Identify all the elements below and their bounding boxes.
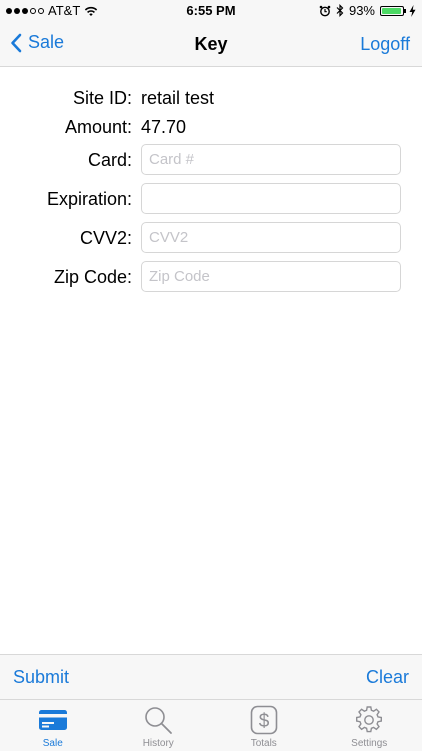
status-bar: AT&T 6:55 PM 93% xyxy=(0,0,422,22)
amount-value: 47.70 xyxy=(141,117,186,138)
tab-history[interactable]: History xyxy=(106,700,212,751)
tab-label: Settings xyxy=(317,738,422,749)
navigation-bar: Sale Key Logoff xyxy=(0,22,422,67)
credit-card-icon xyxy=(37,705,69,735)
tab-label: Sale xyxy=(0,738,106,749)
clear-button[interactable]: Clear xyxy=(366,667,409,688)
amount-label: Amount: xyxy=(65,117,132,138)
search-icon xyxy=(142,705,174,735)
site-id-value: retail test xyxy=(141,88,214,109)
zip-code-input[interactable] xyxy=(141,261,401,292)
cvv2-row: CVV2: xyxy=(0,222,422,253)
zip-code-row: Zip Code: xyxy=(0,261,422,292)
charging-icon xyxy=(409,5,416,17)
bluetooth-icon xyxy=(336,4,344,17)
zip-code-label: Zip Code: xyxy=(54,267,132,288)
tab-settings[interactable]: Settings xyxy=(317,700,422,751)
site-id-row: Site ID: retail test xyxy=(0,82,422,113)
submit-button[interactable]: Submit xyxy=(13,667,69,688)
card-number-input[interactable] xyxy=(141,144,401,175)
alarm-icon xyxy=(319,5,331,17)
tab-totals[interactable]: $ Totals xyxy=(211,700,317,751)
expiration-label: Expiration: xyxy=(47,189,132,210)
expiration-input[interactable] xyxy=(141,183,401,214)
dollar-icon: $ xyxy=(248,705,280,735)
svg-text:$: $ xyxy=(258,711,269,732)
battery-icon xyxy=(380,6,404,16)
tab-label: History xyxy=(106,738,212,749)
tab-sale[interactable]: Sale xyxy=(0,700,106,751)
expiration-row: Expiration: xyxy=(0,183,422,214)
status-right: 93% xyxy=(319,3,416,18)
gear-icon xyxy=(353,705,385,735)
logoff-button[interactable]: Logoff xyxy=(360,34,410,55)
tab-bar: Sale History $ Totals S xyxy=(0,699,422,751)
site-id-label: Site ID: xyxy=(73,88,132,109)
amount-row: Amount: 47.70 xyxy=(0,111,422,142)
page-title: Key xyxy=(0,34,422,55)
action-toolbar: Submit Clear xyxy=(0,654,422,699)
tab-label: Totals xyxy=(211,738,317,749)
card-row: Card: xyxy=(0,144,422,175)
cvv2-label: CVV2: xyxy=(80,228,132,249)
battery-percent: 93% xyxy=(349,3,375,18)
card-label: Card: xyxy=(88,150,132,171)
cvv2-input[interactable] xyxy=(141,222,401,253)
battery-fill xyxy=(382,8,401,14)
